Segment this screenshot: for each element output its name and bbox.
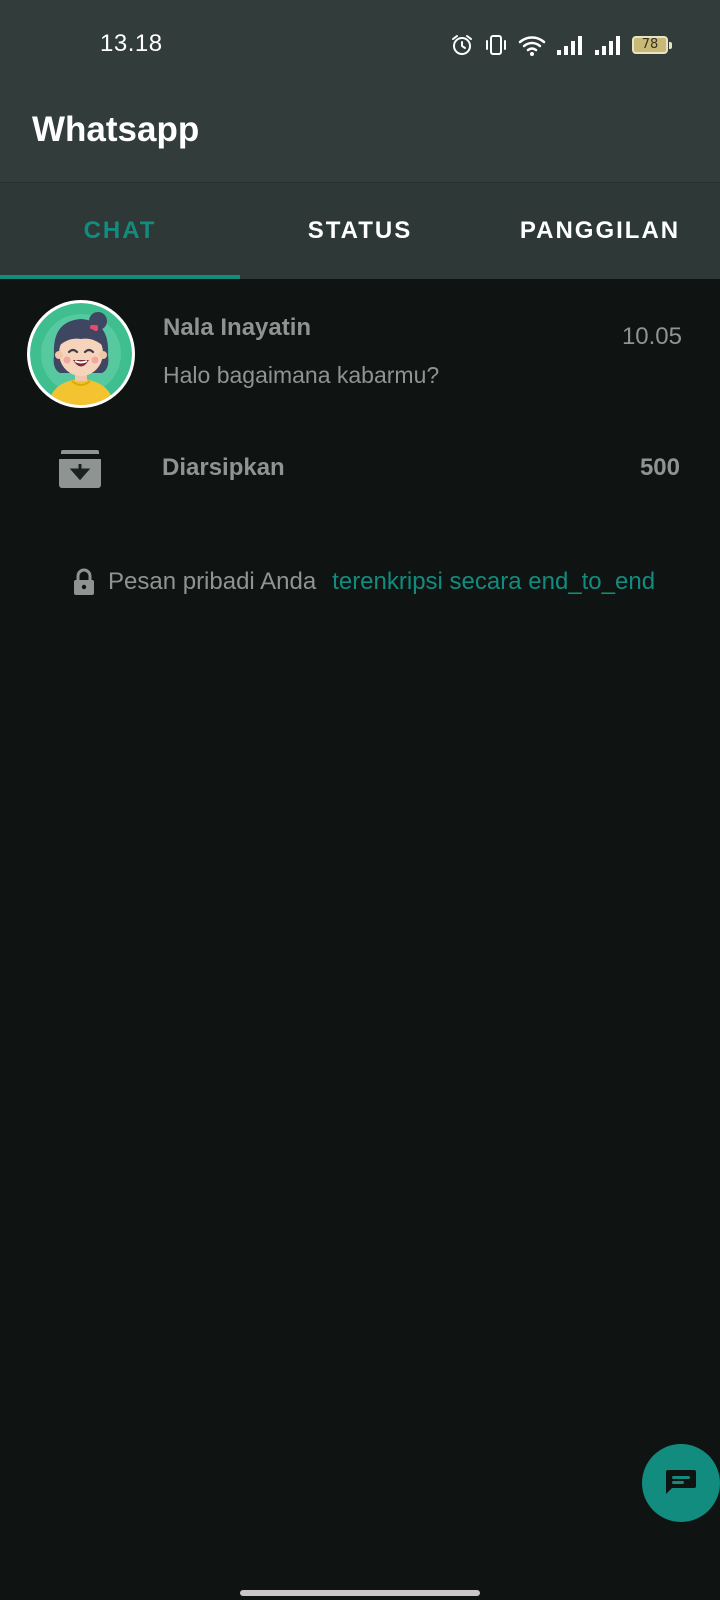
tab-bar: CHAT STATUS PANGGILAN <box>0 182 720 279</box>
archive-icon <box>57 450 103 488</box>
archived-count: 500 <box>639 454 680 481</box>
status-bar: 13.18 78 <box>0 0 720 90</box>
girl-avatar-icon <box>30 303 132 405</box>
chat-time: 10.05 <box>621 323 682 350</box>
app-bar: Whatsapp <box>0 90 720 182</box>
encryption-link[interactable]: terenkripsi secara end_to_end <box>332 568 655 596</box>
archived-chats-row[interactable]: Diarsipkan 500 <box>0 428 720 508</box>
new-chat-icon <box>666 1470 696 1494</box>
alarm-icon <box>452 35 472 55</box>
gesture-nav-bar[interactable] <box>240 1590 480 1596</box>
new-chat-button[interactable] <box>642 1444 720 1522</box>
tab-panggilan[interactable]: PANGGILAN <box>480 183 720 279</box>
tab-chat[interactable]: CHAT <box>0 183 240 279</box>
wifi-icon <box>518 36 546 56</box>
encryption-notice: Pesan pribadi Anda terenkripsi secara en… <box>72 565 655 599</box>
battery-icon: 78 <box>632 36 672 54</box>
tab-status[interactable]: STATUS <box>240 183 480 279</box>
encryption-text: Pesan pribadi Anda <box>108 568 317 595</box>
signal-icon <box>595 36 620 55</box>
vibrate-icon <box>486 35 506 55</box>
battery-level: 78 <box>641 37 659 52</box>
chat-last-message: Halo bagaimana kabarmu? <box>163 362 440 388</box>
archived-label: Diarsipkan <box>162 454 285 481</box>
status-time: 13.18 <box>100 30 163 57</box>
chat-name: Nala Inayatin <box>163 314 312 341</box>
lock-icon <box>74 568 94 595</box>
status-icons: 78 <box>450 30 672 60</box>
signal-icon <box>557 36 582 55</box>
avatar[interactable] <box>27 300 135 408</box>
chat-list-item[interactable]: Nala Inayatin 10.05 Halo bagaimana kabar… <box>0 278 720 428</box>
app-title: Whatsapp <box>32 110 200 149</box>
